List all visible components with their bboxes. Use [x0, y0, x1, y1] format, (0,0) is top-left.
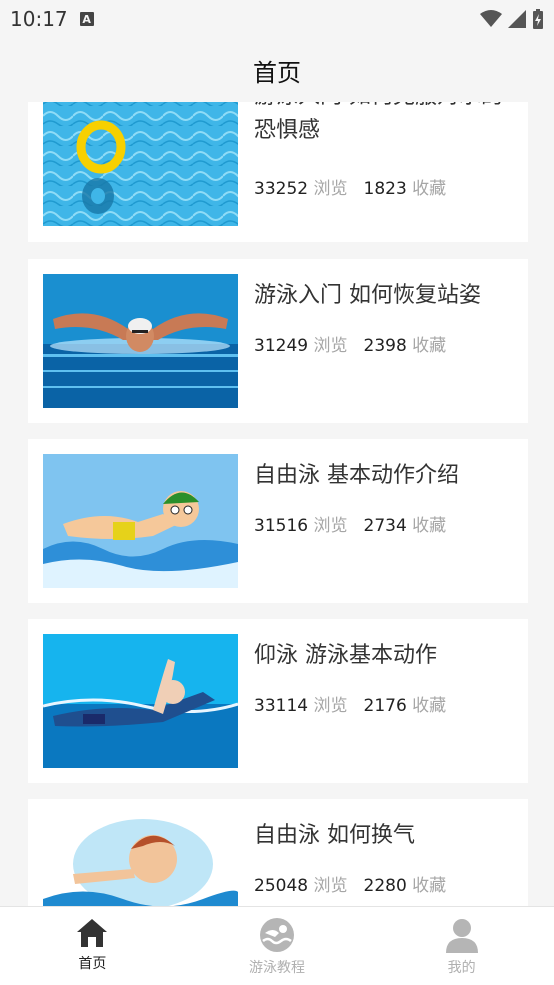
view-count: 31516: [254, 516, 309, 536]
bottom-tab-bar: 首页 游泳教程 我的: [0, 906, 554, 985]
home-icon: [77, 919, 108, 947]
view-label: 浏览: [313, 336, 348, 356]
article-card[interactable]: 游泳入门 如何恢复站姿 31249 浏览 2398 收藏: [28, 259, 528, 423]
article-stats: 33114 浏览 2176 收藏: [254, 691, 446, 716]
article-stats: 25048 浏览 2280 收藏: [254, 871, 446, 896]
favorite-count: 2280: [363, 876, 407, 896]
favorite-count: 2176: [363, 696, 407, 716]
article-card[interactable]: 自由泳 基本动作介绍 31516 浏览 2734 收藏: [28, 439, 528, 603]
article-thumbnail: [43, 102, 238, 226]
article-thumbnail: [43, 274, 238, 408]
view-count: 33252: [254, 179, 309, 199]
article-stats: 31516 浏览 2734 收藏: [254, 511, 446, 536]
view-label: 浏览: [313, 876, 348, 896]
article-stats: 31249 浏览 2398 收藏: [254, 331, 446, 356]
view-count: 33114: [254, 696, 309, 716]
article-title: 游泳入门 如何恢复站姿: [254, 283, 481, 308]
page-title: 首页: [253, 58, 301, 87]
person-icon: [445, 919, 478, 953]
battery-icon: [533, 9, 543, 29]
swim-icon: [259, 918, 294, 952]
favorite-label: 收藏: [412, 696, 447, 716]
tab-label: 首页: [78, 956, 107, 972]
favorite-label: 收藏: [412, 336, 447, 356]
favorite-label: 收藏: [412, 516, 447, 536]
favorite-count: 2398: [363, 336, 407, 356]
article-list[interactable]: 游泳入门 如何克服对水的恐惧感 33252 浏览 1823 收藏 游泳入门 如何…: [0, 102, 554, 906]
tab-label: 游泳教程: [248, 960, 305, 976]
tab-swim-tutorial[interactable]: 游泳教程: [202, 907, 352, 977]
article-stats: 33252 浏览 1823 收藏: [254, 174, 446, 199]
article-title: 游泳入门 如何克服对水的恐惧感: [254, 102, 503, 143]
view-label: 浏览: [313, 516, 348, 536]
article-title: 自由泳 基本动作介绍: [254, 463, 459, 488]
article-title: 仰泳 游泳基本动作: [254, 643, 437, 668]
app-title-bar: 首页: [0, 38, 554, 102]
tab-label: 我的: [447, 960, 476, 976]
favorite-count: 1823: [363, 179, 407, 199]
article-card[interactable]: 仰泳 游泳基本动作 33114 浏览 2176 收藏: [28, 619, 528, 783]
article-title: 自由泳 如何换气: [254, 823, 415, 848]
status-left: 10:17 A: [10, 7, 94, 31]
view-count: 31249: [254, 336, 309, 356]
view-count: 25048: [254, 876, 309, 896]
tab-home[interactable]: 首页: [17, 907, 167, 973]
favorite-label: 收藏: [412, 179, 447, 199]
favorite-count: 2734: [363, 516, 407, 536]
article-card[interactable]: 游泳入门 如何克服对水的恐惧感 33252 浏览 1823 收藏: [28, 102, 528, 242]
article-thumbnail: [43, 454, 238, 588]
article-thumbnail: [43, 634, 238, 768]
article-thumbnail: [43, 814, 238, 906]
view-label: 浏览: [313, 696, 348, 716]
signal-icon: [508, 10, 526, 28]
article-card[interactable]: 自由泳 如何换气 25048 浏览 2280 收藏: [28, 799, 528, 906]
favorite-label: 收藏: [412, 876, 447, 896]
accessibility-a-icon: A: [79, 12, 94, 26]
wifi-icon: [480, 10, 502, 27]
status-right: [480, 9, 544, 29]
status-time: 10:17: [10, 7, 68, 31]
view-label: 浏览: [313, 179, 348, 199]
tab-mine[interactable]: 我的: [387, 907, 537, 977]
status-bar: 10:17 A: [0, 0, 554, 38]
